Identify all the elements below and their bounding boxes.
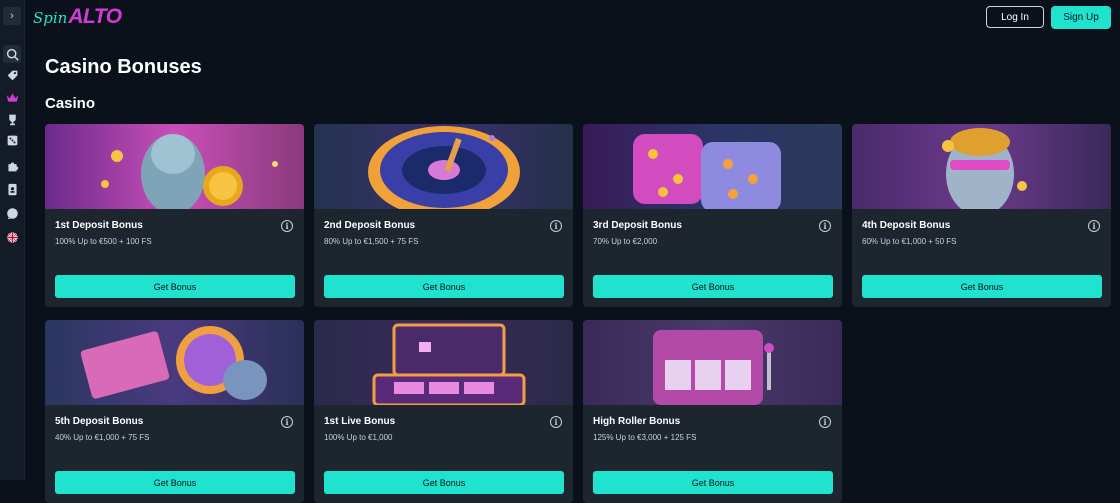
bonus-image-statue-coins — [45, 124, 304, 209]
get-bonus-button[interactable]: Get Bonus — [324, 275, 564, 298]
bonus-title: 1st Deposit Bonus — [55, 220, 143, 231]
bonus-title: 1st Live Bonus — [324, 416, 396, 427]
get-bonus-button[interactable]: Get Bonus — [593, 275, 833, 298]
bonus-title: 2nd Deposit Bonus — [324, 220, 416, 231]
info-icon[interactable]: i — [281, 416, 293, 428]
bonus-description: 60% Up to €1,000 + 50 FS — [862, 237, 957, 246]
get-bonus-button[interactable]: Get Bonus — [55, 471, 295, 494]
login-button[interactable]: Log In — [986, 6, 1044, 28]
section-title: Casino — [45, 95, 96, 112]
bonus-card: 3rd Deposit Bonus 70% Up to €2,000 i Get… — [583, 124, 842, 307]
info-icon[interactable]: i — [281, 220, 293, 232]
bonus-description: 125% Up to €3,000 + 125 FS — [593, 433, 697, 442]
info-icon[interactable]: i — [550, 220, 562, 232]
bonus-description: 40% Up to €1,000 + 75 FS — [55, 433, 150, 442]
uk-flag-icon[interactable] — [3, 228, 21, 246]
info-icon[interactable]: i — [1088, 220, 1100, 232]
bonus-image-slot-machine — [583, 320, 842, 405]
puzzle-icon[interactable] — [3, 157, 21, 175]
logo[interactable]: Spin ALTO — [33, 5, 122, 31]
bonus-description: 70% Up to €2,000 — [593, 237, 658, 246]
bonus-description: 100% Up to €500 + 100 FS — [55, 237, 152, 246]
dice-icon[interactable] — [3, 131, 21, 149]
card-icon[interactable] — [3, 180, 21, 198]
bonus-description: 80% Up to €1,500 + 75 FS — [324, 237, 419, 246]
bonus-title: 4th Deposit Bonus — [862, 220, 951, 231]
get-bonus-button[interactable]: Get Bonus — [324, 471, 564, 494]
page-title: Casino Bonuses — [45, 56, 202, 78]
bonus-image-roulette — [314, 124, 573, 209]
bonus-card: 2nd Deposit Bonus 80% Up to €1,500 + 75 … — [314, 124, 573, 307]
bonus-image-coin-hand — [45, 320, 304, 405]
sidebar-toggle-button[interactable]: › — [3, 7, 21, 25]
sidebar: › — [0, 0, 25, 480]
bonus-title: High Roller Bonus — [593, 416, 681, 427]
bonus-card: High Roller Bonus 125% Up to €3,000 + 12… — [583, 320, 842, 503]
info-icon[interactable]: i — [819, 220, 831, 232]
info-icon[interactable]: i — [550, 416, 562, 428]
get-bonus-button[interactable]: Get Bonus — [593, 471, 833, 494]
tag-icon[interactable] — [3, 66, 21, 84]
signup-button[interactable]: Sign Up — [1051, 6, 1111, 29]
header — [25, 0, 1120, 36]
crown-icon[interactable] — [3, 88, 21, 106]
bonus-image-statue-glasses — [852, 124, 1111, 209]
bonus-description: 100% Up to €1,000 — [324, 433, 393, 442]
chat-icon[interactable] — [3, 204, 21, 222]
logo-alto: ALTO — [68, 5, 122, 28]
bonus-image-case — [314, 320, 573, 405]
bonus-card: 5th Deposit Bonus 40% Up to €1,000 + 75 … — [45, 320, 304, 503]
bonus-title: 3rd Deposit Bonus — [593, 220, 682, 231]
get-bonus-button[interactable]: Get Bonus — [862, 275, 1102, 298]
bonus-card: 4th Deposit Bonus 60% Up to €1,000 + 50 … — [852, 124, 1111, 307]
get-bonus-button[interactable]: Get Bonus — [55, 275, 295, 298]
trophy-icon[interactable] — [3, 110, 21, 128]
bonus-title: 5th Deposit Bonus — [55, 416, 144, 427]
bonus-card: 1st Deposit Bonus 100% Up to €500 + 100 … — [45, 124, 304, 307]
search-icon[interactable] — [3, 45, 21, 63]
info-icon[interactable]: i — [819, 416, 831, 428]
logo-spin: Spin — [33, 9, 68, 27]
bonus-card: 1st Live Bonus 100% Up to €1,000 i Get B… — [314, 320, 573, 503]
bonus-image-dice — [583, 124, 842, 209]
